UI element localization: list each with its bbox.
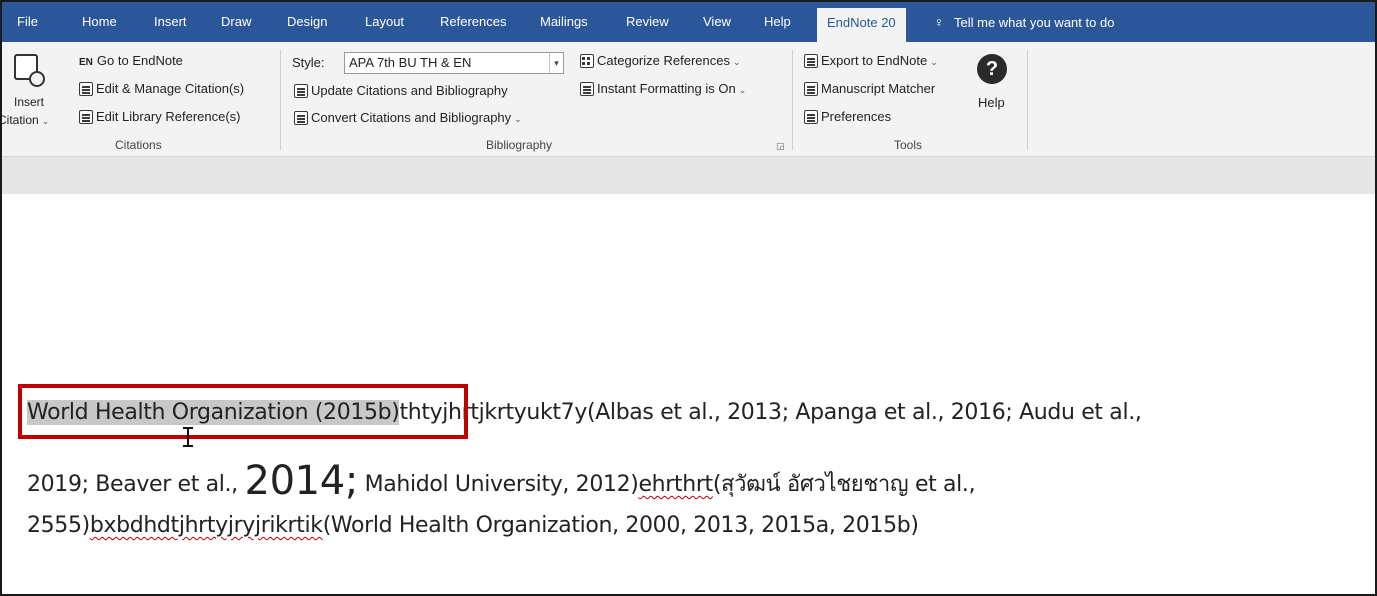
chevron-down-icon[interactable]: ▾: [549, 53, 563, 73]
convert-icon: [294, 111, 308, 125]
selected-citation[interactable]: World Health Organization (2015b): [27, 400, 400, 425]
update-label: Update Citations and Bibliography: [311, 83, 508, 98]
insert-citation-label-1: Insert: [14, 95, 45, 109]
endnote-ribbon: Insert Citation ⌄ EN Go to EndNote Edit & …: [2, 42, 1375, 157]
edit-library-label: Edit Library Reference(s): [96, 109, 241, 124]
chevron-down-icon: ⌄: [738, 85, 747, 95]
go-to-endnote-button[interactable]: EN Go to EndNote: [79, 52, 183, 72]
text-cursor-icon: [182, 426, 194, 448]
word-window: File Home Insert Draw Design Layout Refe…: [0, 0, 1377, 596]
document-line-2[interactable]: 2019; Beaver et al., 2014; Mahidol Unive…: [27, 458, 976, 504]
document-line-1[interactable]: World Health Organization (2015b)thtyjhr…: [27, 400, 1142, 425]
tab-review[interactable]: Review: [626, 2, 669, 42]
manuscript-matcher-icon: [804, 82, 818, 96]
style-select[interactable]: APA 7th BU TH & EN ▾: [344, 52, 564, 74]
line2-text-c: (สุวัฒน์ อัศวไชยชาญ et al.,: [712, 472, 976, 497]
categorize-references-button[interactable]: Categorize References ⌄: [580, 52, 741, 71]
insert-citation-label-2: Citation: [0, 113, 39, 127]
update-citations-button[interactable]: Update Citations and Bibliography: [294, 82, 508, 100]
tab-mailings[interactable]: Mailings: [540, 2, 588, 42]
spelling-error[interactable]: bxbdhdtjhrtyjryjrikrtik: [90, 513, 323, 538]
help-label[interactable]: Help: [978, 94, 1005, 112]
manuscript-matcher-button[interactable]: Manuscript Matcher: [804, 80, 935, 98]
chevron-down-icon: ⌄: [41, 116, 50, 126]
document-line-3[interactable]: 2555)bxbdhdtjhrtyjryjrikrtik(World Healt…: [27, 513, 919, 538]
edit-library-icon: [79, 110, 93, 124]
chevron-down-icon: ⌄: [930, 57, 938, 67]
chevron-down-icon: ⌄: [732, 57, 741, 67]
tools-group-label: Tools: [894, 138, 923, 152]
export-label: Export to EndNote: [821, 53, 928, 68]
categorize-label: Categorize References: [597, 53, 730, 68]
tell-me-search[interactable]: ♀ Tell me what you want to do: [932, 2, 1115, 42]
tab-help[interactable]: Help: [764, 2, 791, 42]
convert-label: Convert Citations and Bibliography: [311, 110, 512, 125]
preferences-label: Preferences: [821, 109, 892, 124]
style-value: APA 7th BU TH & EN: [349, 55, 472, 70]
line3-text-b: (World Health Organization, 2000, 2013, …: [322, 513, 919, 538]
line2-large-text: 2014;: [244, 458, 359, 504]
tab-insert[interactable]: Insert: [154, 2, 187, 42]
tab-home[interactable]: Home: [82, 2, 117, 42]
endnote-icon: EN: [79, 57, 93, 68]
convert-citations-button[interactable]: Convert Citations and Bibliography ⌄: [294, 109, 522, 128]
export-to-endnote-button[interactable]: Export to EndNote ⌄: [804, 52, 938, 71]
chevron-down-icon: ⌄: [514, 114, 522, 124]
group-divider: [1027, 50, 1028, 150]
spelling-error[interactable]: ehrthrt: [639, 472, 714, 497]
insert-citation-dropdown[interactable]: Citation ⌄: [0, 112, 50, 129]
line2-text-b: Mahidol University, 2012): [358, 472, 639, 497]
edit-manage-label: Edit & Manage Citation(s): [96, 81, 245, 96]
go-to-endnote-label: Go to EndNote: [96, 53, 183, 68]
ribbon-tab-bar: File Home Insert Draw Design Layout Refe…: [2, 2, 1375, 42]
tell-me-text: Tell me what you want to do: [954, 15, 1115, 30]
citations-group-label: Citations: [115, 138, 162, 152]
tab-layout[interactable]: Layout: [365, 2, 404, 42]
tab-view[interactable]: View: [703, 2, 731, 42]
dialog-launcher-icon[interactable]: ◲: [776, 141, 785, 152]
instant-formatting-label: Instant Formatting is On: [597, 81, 736, 96]
instant-formatting-button[interactable]: Instant Formatting is On ⌄: [580, 80, 746, 99]
line2-text-a: 2019; Beaver et al.,: [27, 472, 245, 497]
edit-manage-citations-button[interactable]: Edit & Manage Citation(s): [79, 80, 244, 98]
group-divider: [792, 50, 793, 150]
edit-citation-icon: [79, 82, 93, 96]
tab-references[interactable]: References: [440, 2, 506, 42]
tab-file[interactable]: File: [17, 2, 38, 42]
export-icon: [804, 54, 818, 68]
update-icon: [294, 84, 308, 98]
bibliography-group-label: Bibliography: [486, 138, 553, 152]
manuscript-matcher-label: Manuscript Matcher: [821, 81, 936, 96]
help-icon[interactable]: ?: [977, 54, 1007, 84]
ruler-area: [2, 157, 1375, 194]
preferences-button[interactable]: Preferences: [804, 108, 891, 126]
categorize-icon: [580, 54, 594, 68]
insert-citation-icon[interactable]: [14, 54, 45, 87]
preferences-icon: [804, 110, 818, 124]
lightbulb-icon: ♀: [933, 14, 945, 30]
tab-draw[interactable]: Draw: [221, 2, 251, 42]
line1-text: thtyjhrtjkrtyukt7y(Albas et al., 2013; A…: [399, 400, 1142, 425]
tab-design[interactable]: Design: [287, 2, 327, 42]
tab-endnote[interactable]: EndNote 20: [817, 8, 906, 42]
group-divider: [280, 50, 281, 150]
style-label: Style:: [292, 55, 325, 70]
edit-library-reference-button[interactable]: Edit Library Reference(s): [79, 108, 241, 126]
line3-text-a: 2555): [27, 513, 90, 538]
insert-citation-button[interactable]: Insert: [14, 94, 44, 110]
instant-formatting-icon: [580, 82, 594, 96]
